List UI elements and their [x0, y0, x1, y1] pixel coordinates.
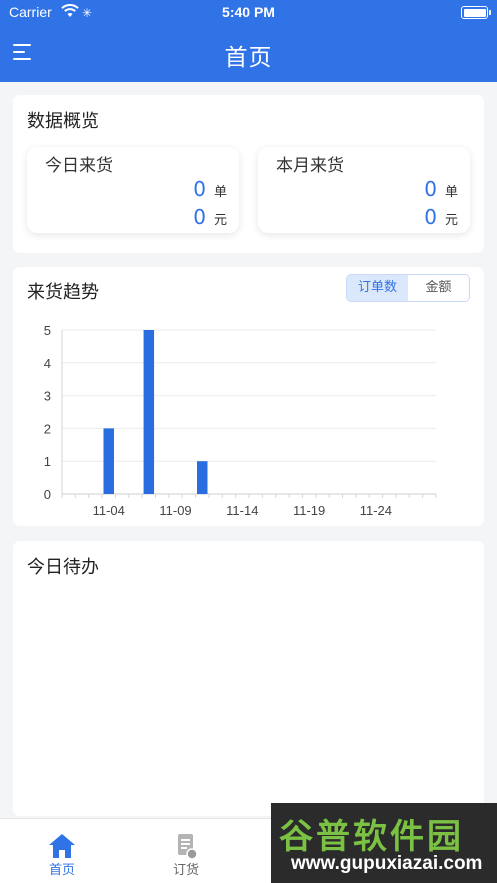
trend-bar-chart: 0 1 2 3 4 5 11-04 11-09 11-14 11-19 11-24	[44, 323, 437, 518]
x-tick-label: 11-14	[226, 503, 258, 518]
tab-home-label: 首页	[48, 863, 75, 878]
bar-day-11	[197, 461, 208, 494]
y-tick-label: 3	[44, 389, 51, 404]
today-amount-unit: 元	[213, 213, 227, 228]
status-time: 5:40 PM	[222, 4, 275, 20]
month-orders-value: 0	[424, 177, 437, 201]
month-stat-box[interactable]: 本月来货 0 单 0 元	[258, 147, 470, 233]
y-tick-label: 0	[44, 487, 51, 502]
today-amount-value: 0	[193, 205, 206, 229]
status-bar: Carrier ✳ 5:40 PM	[0, 0, 497, 26]
today-stat-label: 今日来货	[45, 156, 113, 176]
home-icon	[49, 834, 75, 858]
site-watermark: 谷普软件园 www.gupuxiazai.com	[271, 803, 497, 883]
trend-card: 来货趋势 订单数 金额 0 1 2 3 4 5 11-04 11-09 11-14 11-19 11…	[13, 267, 484, 526]
today-orders-value: 0	[193, 177, 206, 201]
battery-icon	[461, 6, 491, 19]
bar-day-4	[103, 428, 114, 494]
month-amount-unit: 元	[444, 213, 458, 228]
x-tick-label: 11-24	[360, 503, 392, 518]
today-orders-unit: 单	[213, 185, 227, 200]
todo-title: 今日待办	[27, 557, 99, 578]
page-title: 首页	[224, 45, 273, 71]
bar-day-7	[143, 330, 155, 494]
y-tick-label: 1	[44, 454, 51, 469]
month-amount-value: 0	[424, 205, 437, 229]
x-tick-label: 11-09	[159, 503, 191, 518]
tab-order-label: 订货	[172, 863, 199, 878]
today-stat-box[interactable]: 今日来货 0 单 0 元	[27, 147, 239, 233]
overview-title: 数据概览	[27, 111, 99, 132]
tab-order[interactable]: 订货	[146, 819, 226, 883]
todo-card: 今日待办	[13, 541, 484, 816]
order-document-icon	[178, 834, 198, 860]
y-tick-label: 2	[44, 421, 51, 436]
x-tick-label: 11-19	[293, 503, 325, 518]
y-tick-label: 5	[44, 323, 51, 338]
y-tick-label: 4	[44, 356, 51, 371]
month-orders-unit: 单	[444, 185, 458, 200]
watermark-url: www.gupuxiazai.com	[291, 853, 483, 874]
data-overview-card: 数据概览 今日来货 0 单 0 元 本月来货 0 单 0 元	[13, 95, 484, 253]
tab-home[interactable]: 首页	[22, 819, 102, 883]
watermark-text: 谷普软件园	[279, 817, 464, 857]
app-header: Carrier ✳ 5:40 PM 首页	[0, 0, 497, 82]
x-tick-label: 11-04	[93, 503, 125, 518]
month-stat-label: 本月来货	[276, 156, 344, 176]
